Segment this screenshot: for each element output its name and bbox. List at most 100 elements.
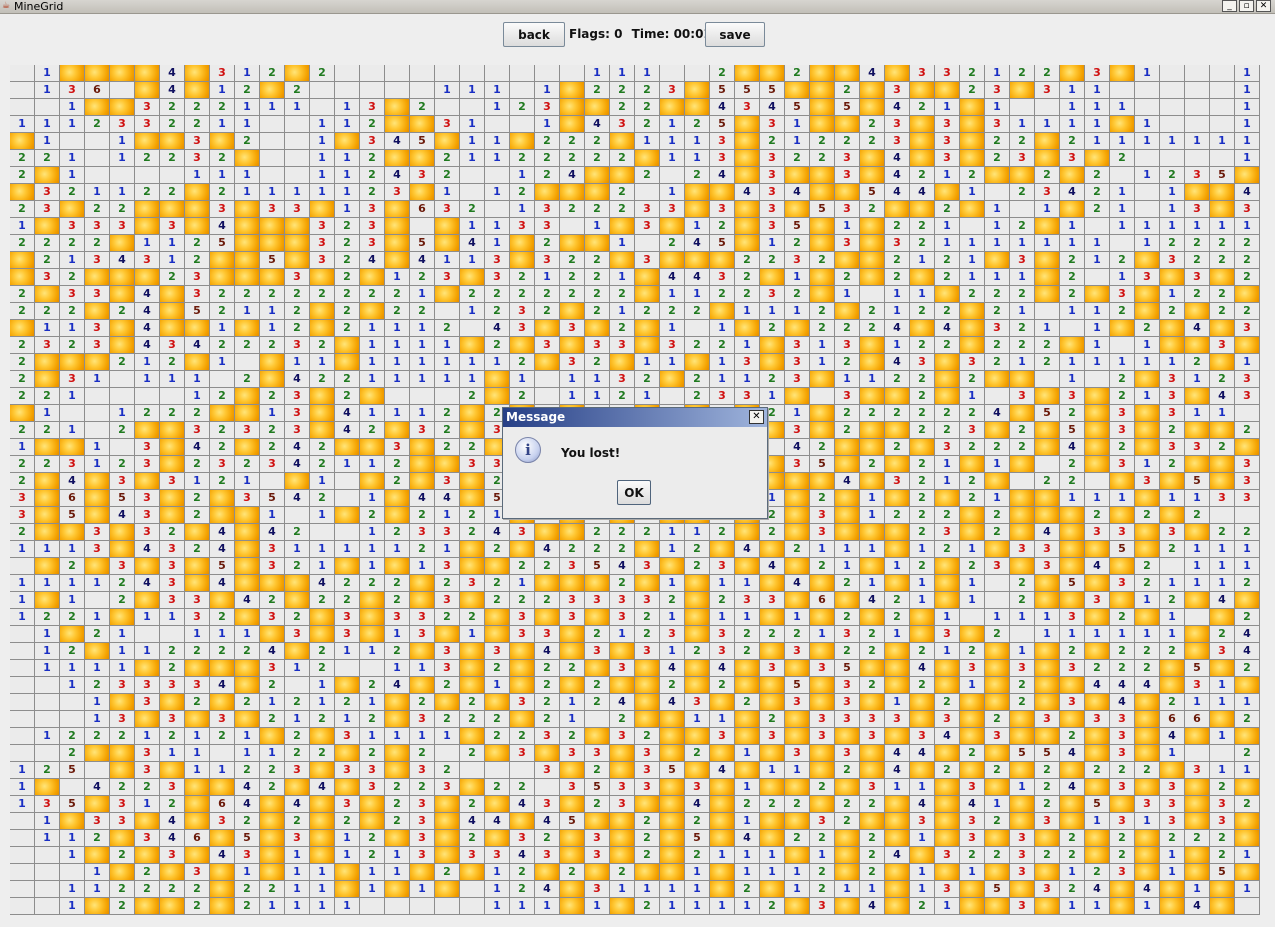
number-cell[interactable]: 2 — [185, 643, 210, 660]
number-cell[interactable]: 1 — [1210, 728, 1235, 745]
number-cell[interactable]: 3 — [835, 745, 860, 762]
number-cell[interactable]: 3 — [1010, 388, 1035, 405]
mine-cell[interactable] — [410, 575, 435, 592]
empty-cell[interactable] — [10, 99, 35, 116]
number-cell[interactable]: 1 — [960, 592, 985, 609]
empty-cell[interactable] — [685, 65, 710, 82]
number-cell[interactable]: 2 — [1010, 286, 1035, 303]
number-cell[interactable]: 2 — [110, 456, 135, 473]
number-cell[interactable]: 1 — [1185, 218, 1210, 235]
number-cell[interactable]: 1 — [385, 660, 410, 677]
number-cell[interactable]: 1 — [985, 609, 1010, 626]
empty-cell[interactable] — [1185, 150, 1210, 167]
number-cell[interactable]: 3 — [160, 541, 185, 558]
mine-cell[interactable] — [1010, 711, 1035, 728]
number-cell[interactable]: 1 — [560, 371, 585, 388]
mine-cell[interactable] — [885, 898, 910, 915]
empty-cell[interactable] — [1235, 898, 1260, 915]
mine-cell[interactable] — [35, 371, 60, 388]
number-cell[interactable]: 1 — [85, 694, 110, 711]
number-cell[interactable]: 1 — [835, 541, 860, 558]
number-cell[interactable]: 2 — [685, 303, 710, 320]
mine-cell[interactable] — [710, 830, 735, 847]
number-cell[interactable]: 4 — [1060, 745, 1085, 762]
mine-cell[interactable] — [1010, 82, 1035, 99]
number-cell[interactable]: 2 — [1160, 643, 1185, 660]
mine-cell[interactable] — [35, 167, 60, 184]
number-cell[interactable]: 4 — [210, 218, 235, 235]
number-cell[interactable]: 3 — [185, 133, 210, 150]
number-cell[interactable]: 1 — [485, 150, 510, 167]
number-cell[interactable]: 3 — [660, 626, 685, 643]
mine-cell[interactable] — [810, 575, 835, 592]
number-cell[interactable]: 2 — [1060, 286, 1085, 303]
number-cell[interactable]: 1 — [735, 847, 760, 864]
empty-cell[interactable] — [535, 388, 560, 405]
number-cell[interactable]: 3 — [235, 490, 260, 507]
mine-cell[interactable] — [110, 286, 135, 303]
number-cell[interactable]: 1 — [235, 116, 260, 133]
mine-cell[interactable] — [810, 82, 835, 99]
number-cell[interactable]: 3 — [1160, 524, 1185, 541]
number-cell[interactable]: 1 — [10, 609, 35, 626]
mine-cell[interactable] — [10, 405, 35, 422]
mine-cell[interactable] — [785, 167, 810, 184]
number-cell[interactable]: 2 — [935, 303, 960, 320]
number-cell[interactable]: 3 — [585, 830, 610, 847]
number-cell[interactable]: 1 — [660, 286, 685, 303]
number-cell[interactable]: 2 — [435, 864, 460, 881]
number-cell[interactable]: 5 — [210, 558, 235, 575]
number-cell[interactable]: 2 — [310, 660, 335, 677]
number-cell[interactable]: 3 — [810, 898, 835, 915]
mine-cell[interactable] — [1035, 218, 1060, 235]
number-cell[interactable]: 1 — [410, 881, 435, 898]
mine-cell[interactable] — [135, 558, 160, 575]
mine-cell[interactable] — [735, 728, 760, 745]
number-cell[interactable]: 3 — [410, 762, 435, 779]
number-cell[interactable]: 3 — [635, 558, 660, 575]
mine-cell[interactable] — [635, 660, 660, 677]
number-cell[interactable]: 2 — [660, 303, 685, 320]
number-cell[interactable]: 3 — [1210, 337, 1235, 354]
number-cell[interactable]: 2 — [910, 422, 935, 439]
number-cell[interactable]: 4 — [760, 99, 785, 116]
number-cell[interactable]: 2 — [385, 286, 410, 303]
number-cell[interactable]: 1 — [1210, 541, 1235, 558]
number-cell[interactable]: 4 — [260, 524, 285, 541]
mine-cell[interactable] — [860, 99, 885, 116]
mine-cell[interactable] — [985, 745, 1010, 762]
number-cell[interactable]: 1 — [260, 898, 285, 915]
mine-cell[interactable] — [360, 473, 385, 490]
number-cell[interactable]: 1 — [35, 82, 60, 99]
mine-cell[interactable] — [335, 133, 360, 150]
number-cell[interactable]: 2 — [910, 456, 935, 473]
mine-cell[interactable] — [685, 626, 710, 643]
mine-cell[interactable] — [1035, 677, 1060, 694]
mine-cell[interactable] — [960, 762, 985, 779]
number-cell[interactable]: 3 — [785, 422, 810, 439]
number-cell[interactable]: 3 — [560, 354, 585, 371]
mine-cell[interactable] — [1185, 864, 1210, 881]
number-cell[interactable]: 1 — [310, 150, 335, 167]
number-cell[interactable]: 2 — [310, 745, 335, 762]
number-cell[interactable]: 4 — [1210, 388, 1235, 405]
empty-cell[interactable] — [635, 184, 660, 201]
number-cell[interactable]: 2 — [185, 694, 210, 711]
number-cell[interactable]: 1 — [60, 388, 85, 405]
number-cell[interactable]: 1 — [1085, 99, 1110, 116]
number-cell[interactable]: 1 — [10, 762, 35, 779]
number-cell[interactable]: 2 — [210, 422, 235, 439]
empty-cell[interactable] — [960, 609, 985, 626]
number-cell[interactable]: 2 — [910, 524, 935, 541]
number-cell[interactable]: 2 — [985, 847, 1010, 864]
mine-cell[interactable] — [585, 813, 610, 830]
number-cell[interactable]: 2 — [810, 439, 835, 456]
number-cell[interactable]: 2 — [1135, 575, 1160, 592]
mine-cell[interactable] — [560, 99, 585, 116]
number-cell[interactable]: 2 — [985, 439, 1010, 456]
empty-cell[interactable] — [460, 762, 485, 779]
number-cell[interactable]: 3 — [785, 643, 810, 660]
number-cell[interactable]: 2 — [585, 133, 610, 150]
number-cell[interactable]: 2 — [1110, 643, 1135, 660]
mine-cell[interactable] — [710, 184, 735, 201]
